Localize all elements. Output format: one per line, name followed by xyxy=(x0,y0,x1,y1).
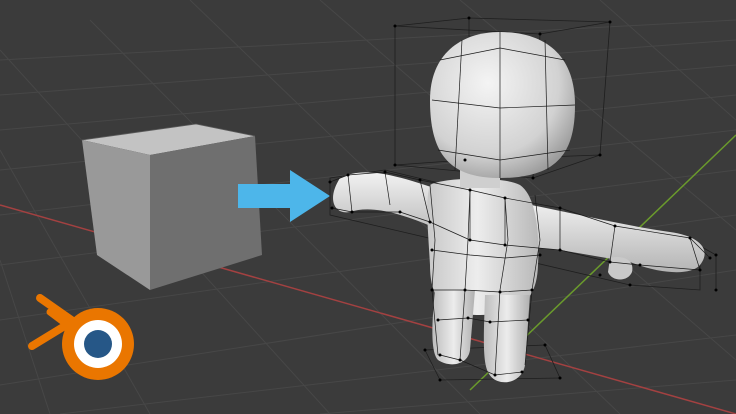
3d-viewport[interactable] xyxy=(0,0,736,414)
viewport-canvas[interactable] xyxy=(0,0,736,414)
character-head xyxy=(430,32,575,178)
character-leg-left xyxy=(432,290,475,365)
character-leg-right xyxy=(483,295,530,383)
